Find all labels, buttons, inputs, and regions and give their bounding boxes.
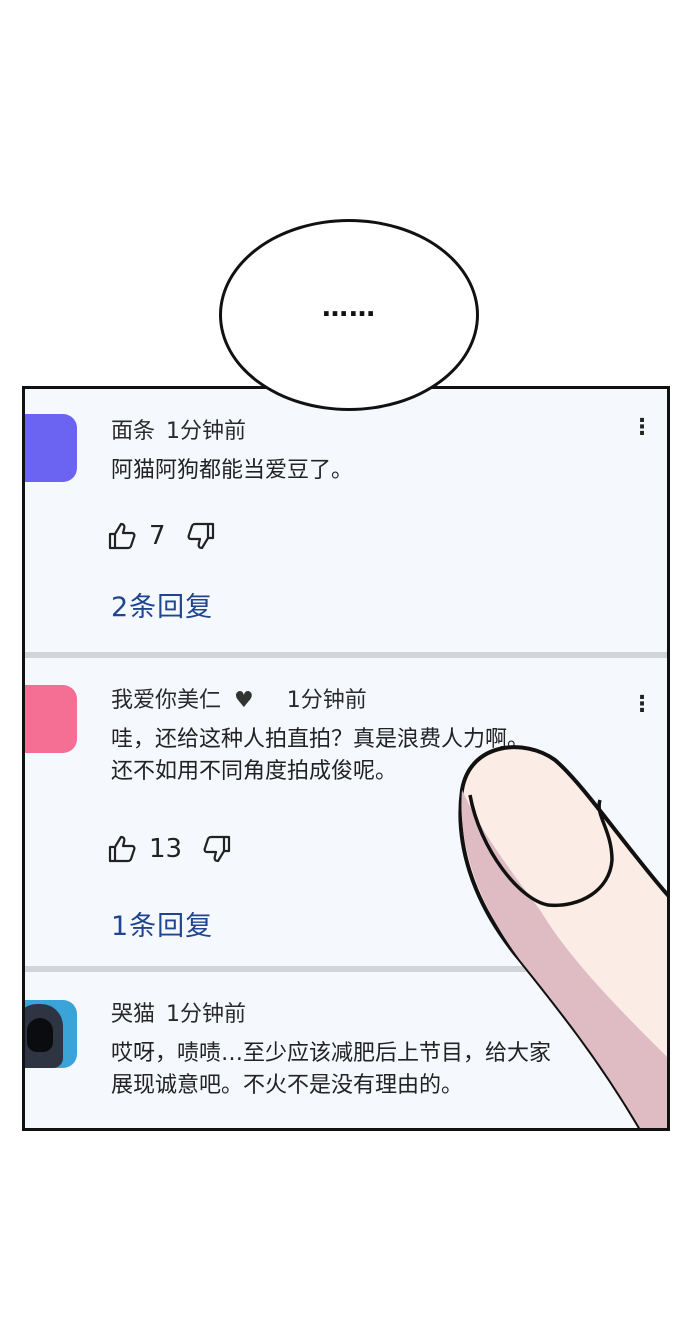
replies-link[interactable]: 1条回复 bbox=[111, 904, 213, 943]
timestamp: 1分钟前 bbox=[166, 419, 247, 444]
comment-line: 展现诚意吧。不火不是没有理由的。 bbox=[111, 1073, 464, 1098]
comment-text: 阿猫阿狗都能当爱豆了。 bbox=[111, 455, 353, 487]
more-options-icon[interactable]: ⋮ bbox=[631, 415, 653, 440]
speech-bubble-text: …… bbox=[322, 293, 376, 323]
comment-line: 哇，还给这种人拍直拍？真是浪费人力啊。 bbox=[111, 727, 530, 752]
comment-line: 哎呀，啧啧…至少应该减肥后上节目，给大家 bbox=[111, 1041, 552, 1066]
hooded-figure-icon bbox=[25, 1004, 63, 1068]
comment-text: 哎呀，啧啧…至少应该减肥后上节目，给大家 展现诚意吧。不火不是没有理由的。 bbox=[111, 1038, 551, 1102]
comment-item: 哭猫 1分钟前 哎呀，啧啧…至少应该减肥后上节目，给大家 展现诚意吧。不火不是没… bbox=[25, 972, 667, 1128]
thumb-up-icon[interactable] bbox=[107, 834, 137, 864]
avatar[interactable] bbox=[25, 414, 77, 482]
comment-actions: 7 bbox=[107, 516, 216, 556]
username[interactable]: 面条 bbox=[111, 419, 155, 444]
comment-meta: 哭猫 1分钟前 bbox=[111, 996, 246, 1028]
comment-item: 我爱你美仁 ♥ 1分钟前 ⋮ 哇，还给这种人拍直拍？真是浪费人力啊。 还不如用不… bbox=[25, 658, 667, 966]
comment-actions: 13 bbox=[107, 829, 232, 869]
like-count: 13 bbox=[149, 834, 183, 864]
username[interactable]: 我爱你美仁 bbox=[111, 688, 221, 713]
heart-icon: ♥ bbox=[234, 688, 254, 713]
timestamp: 1分钟前 bbox=[166, 1002, 247, 1027]
thumb-up-icon[interactable] bbox=[107, 521, 137, 551]
replies-link[interactable]: 2条回复 bbox=[111, 585, 213, 624]
timestamp: 1分钟前 bbox=[286, 688, 367, 713]
more-options-icon[interactable]: ⋮ bbox=[631, 692, 653, 717]
thumb-down-icon[interactable] bbox=[202, 834, 232, 864]
speech-bubble: …… bbox=[219, 219, 479, 411]
username[interactable]: 哭猫 bbox=[111, 1002, 155, 1027]
comment-text: 哇，还给这种人拍直拍？真是浪费人力啊。 还不如用不同角度拍成俊呢。 bbox=[111, 724, 529, 788]
comment-line: 阿猫阿狗都能当爱豆了。 bbox=[111, 458, 354, 483]
comment-panel: 面条 1分钟前 ⋮ 阿猫阿狗都能当爱豆了。 7 2条回复 我爱你美仁 ♥ 1分钟… bbox=[22, 386, 670, 1131]
comment-line: 还不如用不同角度拍成俊呢。 bbox=[111, 759, 398, 784]
comment-meta: 面条 1分钟前 bbox=[111, 413, 246, 445]
avatar[interactable] bbox=[25, 1000, 77, 1068]
comic-page: …… 面条 1分钟前 ⋮ 阿猫阿狗都能当爱豆了。 7 2条回复 我爱你美仁 ♥ … bbox=[0, 0, 690, 1333]
hood-face bbox=[27, 1018, 53, 1052]
thumb-down-icon[interactable] bbox=[186, 521, 216, 551]
like-count: 7 bbox=[149, 521, 166, 551]
comment-meta: 我爱你美仁 ♥ 1分钟前 bbox=[111, 682, 367, 714]
comment-item: 面条 1分钟前 ⋮ 阿猫阿狗都能当爱豆了。 7 2条回复 bbox=[25, 389, 667, 652]
avatar[interactable] bbox=[25, 685, 77, 753]
